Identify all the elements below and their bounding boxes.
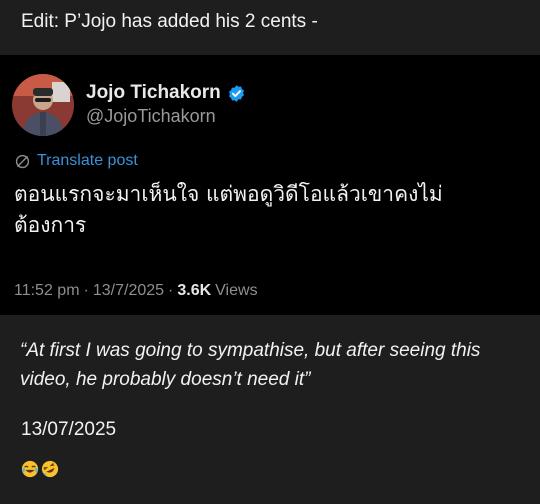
embedded-tweet[interactable]: Jojo Tichakorn @JojoTichakorn Translate … [0, 55, 540, 315]
emoji-row [21, 460, 59, 478]
translate-globe-icon [14, 153, 31, 170]
rolling-on-floor-laughing-icon [41, 460, 59, 478]
translate-post-link[interactable]: Translate post [14, 152, 138, 170]
tweet-text: ตอนแรกจะมาเห็นใจ แต่พอดูวิดีโอแล้วเขาคงไ… [14, 182, 443, 237]
user-handle[interactable]: @JojoTichakorn [86, 106, 216, 127]
tweet-date[interactable]: 13/7/2025 [93, 282, 164, 300]
post-date: 13/07/2025 [21, 419, 117, 440]
translation-quote: “At first I was going to sympathise, but… [20, 340, 481, 390]
edit-note: Edit: P’Jojo has added his 2 cents - [21, 11, 318, 32]
views-label: Views [215, 282, 258, 299]
views-count: 3.6K [177, 282, 212, 299]
display-name[interactable]: Jojo Tichakorn [86, 82, 221, 104]
tweet-meta: 11:52 pm · 13/7/2025 · 3.6K Views [14, 282, 258, 300]
meta-separator: · [168, 282, 174, 299]
avatar[interactable] [12, 74, 74, 136]
tweet-time[interactable]: 11:52 pm [14, 282, 80, 300]
translate-label: Translate post [37, 152, 138, 169]
meta-separator: · [83, 282, 89, 299]
face-with-tears-of-joy-icon [21, 460, 39, 478]
verified-badge-icon [227, 84, 246, 103]
